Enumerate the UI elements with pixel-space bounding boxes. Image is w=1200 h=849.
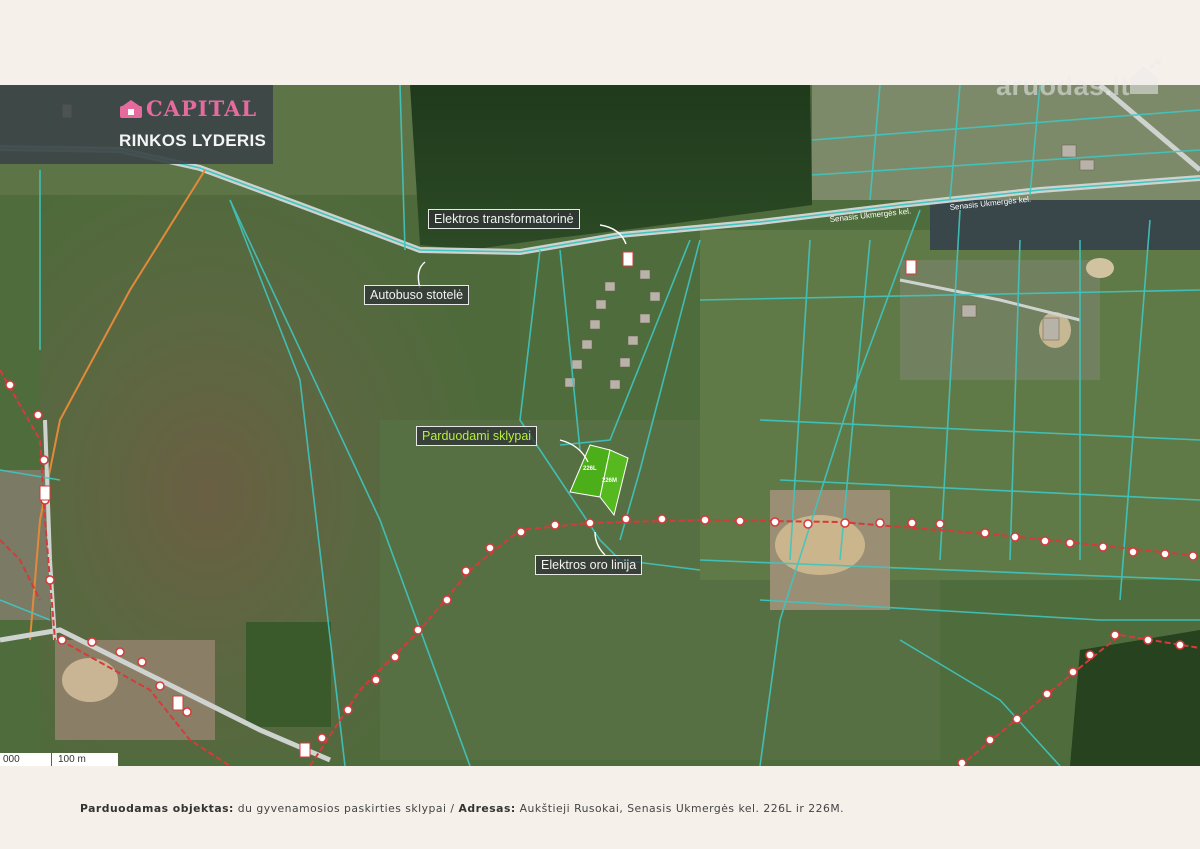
caption-object-value: du gyvenamosios paskirties sklypai /: [233, 802, 459, 815]
brand-logo[interactable]: CAPITAL: [120, 96, 257, 121]
callout-power-line: Elektros oro linija: [535, 555, 643, 575]
callout-bus-stop: Autobuso stotelė: [364, 285, 470, 305]
callout-transformer: Elektros transformatorinė: [428, 209, 580, 229]
sand-spot: [1086, 258, 1114, 278]
satellite-map[interactable]: 226L 226M Senasis Ukmergės kel. Senasis …: [0, 85, 1200, 766]
watermark-house-icon: [1130, 59, 1161, 94]
forest-southwest-patch: [246, 622, 331, 727]
brand-tagline: RINKOS LYDERIS: [119, 131, 267, 150]
plot-label-226L: 226L: [583, 466, 597, 472]
caption-address-value: Aukštieji Rusokai, Senasis Ukmergės kel.…: [515, 802, 845, 815]
caption-object-label: Parduodamas objektas:: [80, 802, 234, 815]
watermark-text: aruodas.lt: [996, 71, 1131, 101]
callout-plots: Parduodami sklypai: [416, 426, 538, 446]
map-canvas: 226L 226M Senasis Ukmergės kel. Senasis …: [0, 85, 1200, 766]
village-east: [900, 260, 1100, 380]
brand-logo-icon: [120, 99, 142, 118]
caption-address-label: Adresas:: [458, 802, 516, 815]
property-caption: Parduodamas objektas: du gyvenamosios pa…: [80, 802, 844, 815]
plot-label-226M: 226M: [602, 478, 617, 484]
scale-start: 000: [0, 753, 51, 766]
brand-name: CAPITAL: [146, 96, 258, 121]
sand-spot: [62, 658, 118, 702]
scale-label: 100 m: [52, 753, 118, 766]
